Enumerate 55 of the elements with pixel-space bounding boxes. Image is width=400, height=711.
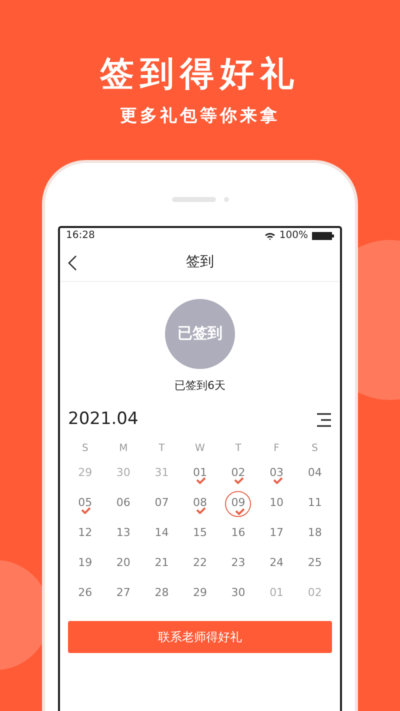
calendar-day[interactable]: 29 bbox=[186, 580, 213, 606]
calendar-day[interactable]: 11 bbox=[302, 490, 328, 516]
calendar-month: 2021.04 bbox=[68, 408, 138, 431]
weekday-label: F bbox=[272, 442, 280, 456]
nav-title: 签到 bbox=[186, 252, 214, 272]
back-icon[interactable] bbox=[68, 254, 77, 270]
banner-subtitle: 更多礼包等你来拿 bbox=[120, 105, 280, 128]
weekday-label: S bbox=[80, 442, 90, 456]
calendar-day[interactable]: 30 bbox=[225, 580, 252, 606]
menu-icon[interactable] bbox=[316, 412, 332, 427]
calendar-day[interactable]: 24 bbox=[264, 550, 290, 576]
speaker-slot bbox=[172, 196, 216, 202]
calendar-day[interactable]: 01 bbox=[264, 580, 290, 606]
calendar-day[interactable]: 30 bbox=[110, 460, 136, 486]
calendar-day[interactable]: 17 bbox=[264, 520, 290, 546]
calendar-day[interactable]: 29 bbox=[72, 460, 98, 486]
calendar-day[interactable]: 18 bbox=[302, 520, 328, 546]
checkin-summary: 已签到6天 bbox=[174, 378, 226, 394]
weekday-label: T bbox=[158, 442, 166, 456]
weekday-label: S bbox=[310, 442, 320, 456]
calendar-day[interactable]: 08 bbox=[186, 490, 213, 516]
calendar-day[interactable]: 09 bbox=[225, 490, 252, 516]
calendar-day[interactable]: 04 bbox=[302, 460, 328, 486]
calendar-day[interactable]: 26 bbox=[72, 580, 98, 606]
calendar-day[interactable]: 02 bbox=[302, 580, 328, 606]
weekday-label: M bbox=[118, 442, 129, 456]
calendar-day[interactable]: 25 bbox=[302, 550, 328, 576]
calendar-day[interactable]: 31 bbox=[148, 460, 175, 486]
calendar-day[interactable]: 03 bbox=[264, 460, 290, 486]
calendar-day[interactable]: 12 bbox=[72, 520, 98, 546]
calendar-day[interactable]: 27 bbox=[110, 580, 136, 606]
calendar-day[interactable]: 19 bbox=[72, 550, 98, 576]
calendar-day[interactable]: 14 bbox=[148, 520, 175, 546]
battery-icon bbox=[312, 232, 334, 240]
calendar-day[interactable]: 15 bbox=[186, 520, 213, 546]
calendar-day[interactable]: 21 bbox=[148, 550, 175, 576]
battery-percent: 100% bbox=[279, 229, 308, 243]
banner-title: 签到得好礼 bbox=[100, 53, 300, 96]
calendar-day[interactable]: 06 bbox=[110, 490, 136, 516]
weekday-label: T bbox=[234, 442, 242, 456]
contact-teacher-button[interactable]: 联系老师得好礼 bbox=[68, 620, 332, 652]
calendar-day[interactable]: 23 bbox=[225, 550, 252, 576]
calendar-day[interactable]: 05 bbox=[72, 490, 98, 516]
calendar-day[interactable]: 28 bbox=[148, 580, 175, 606]
calendar-day[interactable]: 07 bbox=[148, 490, 175, 516]
calendar-day[interactable]: 20 bbox=[110, 550, 136, 576]
weekday-label: W bbox=[194, 442, 206, 456]
wifi-icon bbox=[265, 232, 276, 240]
calendar-day[interactable]: 01 bbox=[186, 460, 213, 486]
calendar-day[interactable]: 13 bbox=[110, 520, 136, 546]
calendar-day[interactable]: 10 bbox=[264, 490, 290, 516]
calendar-day[interactable]: 16 bbox=[225, 520, 252, 546]
status-time: 16:28 bbox=[66, 229, 95, 243]
calendar-day[interactable]: 02 bbox=[225, 460, 252, 486]
calendar-day[interactable]: 22 bbox=[186, 550, 213, 576]
